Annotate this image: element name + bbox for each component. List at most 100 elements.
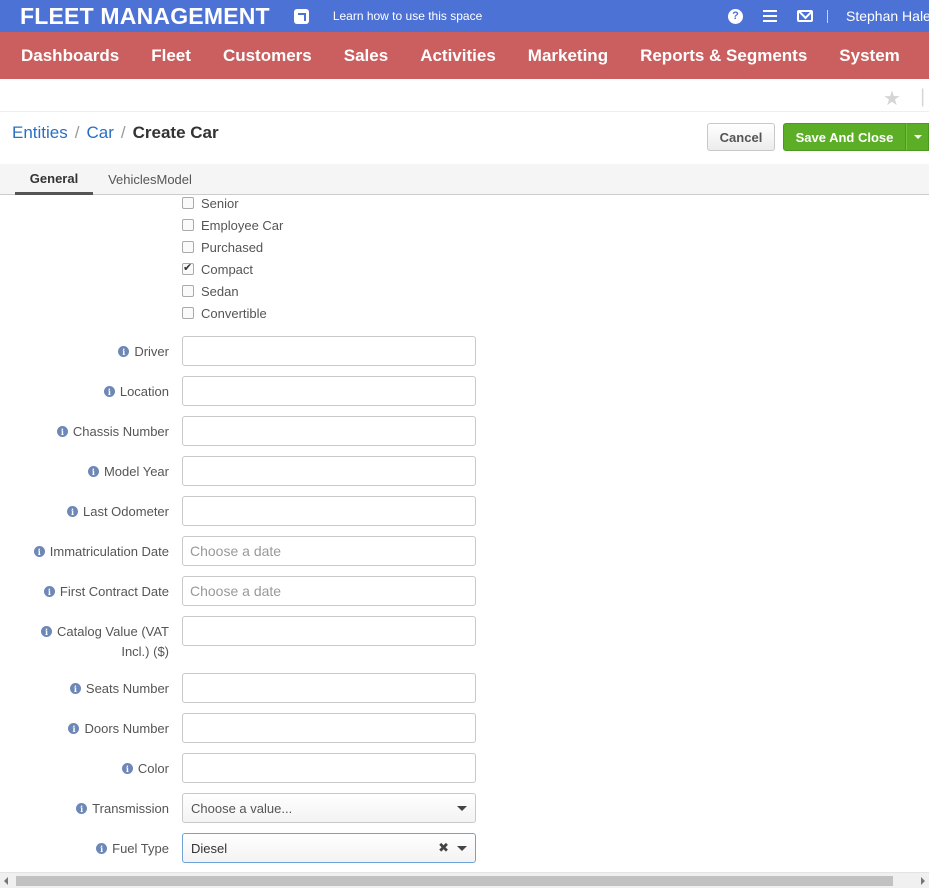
app-title[interactable]: FLEET MANAGEMENT <box>20 3 270 30</box>
fuel-type-select[interactable]: Diesel ✖ <box>182 833 476 863</box>
catalog-value-input[interactable] <box>182 616 476 646</box>
field-label: Driver <box>134 344 169 359</box>
driver-input[interactable] <box>182 336 476 366</box>
scroll-left-icon[interactable] <box>4 877 8 885</box>
info-icon[interactable]: i <box>76 803 88 814</box>
fuel-type-label: i Fuel Type <box>96 839 169 859</box>
info-icon[interactable]: i <box>33 546 45 557</box>
catalog-value-label: i Catalog Value (VAT Incl.) ($) <box>41 622 169 662</box>
breadcrumb-car[interactable]: Car <box>86 123 113 143</box>
info-icon[interactable]: i <box>87 466 99 477</box>
checkbox-option[interactable]: Senior <box>182 194 239 212</box>
info-icon[interactable]: i <box>96 843 108 854</box>
star-icon[interactable]: ★ <box>883 86 901 111</box>
color-label: i Color <box>121 759 169 779</box>
menu-icon[interactable] <box>763 10 777 22</box>
immatriculation-date-input[interactable]: Choose a date <box>182 536 476 566</box>
checkbox[interactable] <box>182 219 194 231</box>
checkbox-option[interactable]: Compact <box>182 260 253 278</box>
first-contract-date-input[interactable]: Choose a date <box>182 576 476 606</box>
checkbox-option[interactable]: Purchased <box>182 238 263 256</box>
checkbox[interactable] <box>182 285 194 297</box>
seats-number-input[interactable] <box>182 673 476 703</box>
nav-activities[interactable]: Activities <box>404 46 512 66</box>
page-title: Create Car <box>132 123 219 142</box>
cancel-button[interactable]: Cancel <box>707 123 775 151</box>
transmission-select[interactable]: Choose a value... <box>182 793 476 823</box>
nav-system[interactable]: System <box>823 46 915 66</box>
nav-reports-segments[interactable]: Reports & Segments <box>624 46 823 66</box>
model-year-label: i Model Year <box>87 462 169 482</box>
caret-down-icon[interactable] <box>457 806 467 811</box>
checkbox-option[interactable]: Sedan <box>182 282 239 300</box>
checkbox[interactable] <box>182 241 194 253</box>
chassis-number-input[interactable] <box>182 416 476 446</box>
color-input[interactable] <box>182 753 476 783</box>
field-label: Doors Number <box>84 721 169 736</box>
top-bar: FLEET MANAGEMENT Learn how to use this s… <box>0 0 929 32</box>
field-label: Chassis Number <box>72 424 169 439</box>
field-label: Last Odometer <box>83 504 169 519</box>
checkbox[interactable] <box>182 197 194 209</box>
help-icon[interactable]: ? <box>728 8 743 24</box>
field-label: First Contract Date <box>59 584 169 599</box>
model-year-input[interactable] <box>182 456 476 486</box>
info-icon[interactable]: i <box>43 586 55 597</box>
checkbox[interactable] <box>182 307 194 319</box>
checkbox-checked[interactable] <box>182 261 194 275</box>
caret-down-icon[interactable] <box>457 846 467 851</box>
checkbox-option[interactable]: Convertible <box>182 304 267 322</box>
tab-general[interactable]: General <box>15 164 93 195</box>
save-options-dropdown[interactable] <box>906 123 929 151</box>
breadcrumb: Entities / Car / Create Car <box>12 123 219 143</box>
save-and-close-button[interactable]: Save And Close <box>783 123 906 151</box>
info-icon[interactable]: i <box>56 426 68 437</box>
pin-icon[interactable]: ❘ <box>915 86 929 107</box>
mail-icon[interactable] <box>797 10 813 22</box>
nav-sales[interactable]: Sales <box>328 46 404 66</box>
scrollbar-thumb[interactable] <box>16 876 893 886</box>
top-right-controls: ? Stephan Hale <box>728 0 929 32</box>
location-input[interactable] <box>182 376 476 406</box>
main-nav: Dashboards Fleet Customers Sales Activit… <box>0 32 929 79</box>
checkbox-label: Convertible <box>201 305 267 321</box>
label-line: Catalog Value (VAT <box>57 624 169 639</box>
location-label: i Location <box>103 382 169 402</box>
breadcrumb-separator: / <box>120 123 126 142</box>
tab-vehiclesmodel[interactable]: VehiclesModel <box>100 164 200 195</box>
info-icon[interactable]: i <box>103 386 115 397</box>
share-icon[interactable] <box>293 8 309 24</box>
learn-link[interactable]: Learn how to use this space <box>333 9 482 23</box>
select-value: Diesel <box>191 840 228 856</box>
field-label: Color <box>137 761 169 776</box>
sub-bar <box>0 79 929 112</box>
checkbox-option[interactable]: Employee Car <box>182 216 283 234</box>
scroll-right-icon[interactable] <box>921 877 925 885</box>
checkbox-label: Employee Car <box>201 217 284 233</box>
doors-number-input[interactable] <box>182 713 476 743</box>
breadcrumb-entities[interactable]: Entities <box>12 123 68 143</box>
horizontal-scrollbar[interactable] <box>0 872 929 888</box>
info-icon[interactable]: i <box>41 626 52 637</box>
user-menu[interactable]: Stephan Hale <box>846 8 929 24</box>
nav-fleet[interactable]: Fleet <box>135 46 207 66</box>
transmission-label: i Transmission <box>76 799 169 819</box>
last-odometer-input[interactable] <box>182 496 476 526</box>
chassis-number-label: i Chassis Number <box>56 422 169 442</box>
field-label: Immatriculation Date <box>49 544 169 559</box>
checkbox-label: Compact <box>201 261 254 277</box>
tab-bar: General VehiclesModel <box>0 164 929 195</box>
nav-marketing[interactable]: Marketing <box>512 46 624 66</box>
divider <box>827 9 828 23</box>
info-icon[interactable]: i <box>118 346 130 357</box>
info-icon[interactable]: i <box>69 683 81 694</box>
last-odometer-label: i Last Odometer <box>67 502 169 522</box>
first-contract-date-label: i First Contract Date <box>43 582 169 602</box>
field-label: Model Year <box>103 464 169 479</box>
info-icon[interactable]: i <box>121 763 133 774</box>
nav-dashboards[interactable]: Dashboards <box>0 46 135 66</box>
nav-customers[interactable]: Customers <box>207 46 328 66</box>
info-icon[interactable]: i <box>67 506 78 517</box>
clear-icon[interactable]: ✖ <box>438 840 449 856</box>
info-icon[interactable]: i <box>68 723 80 734</box>
